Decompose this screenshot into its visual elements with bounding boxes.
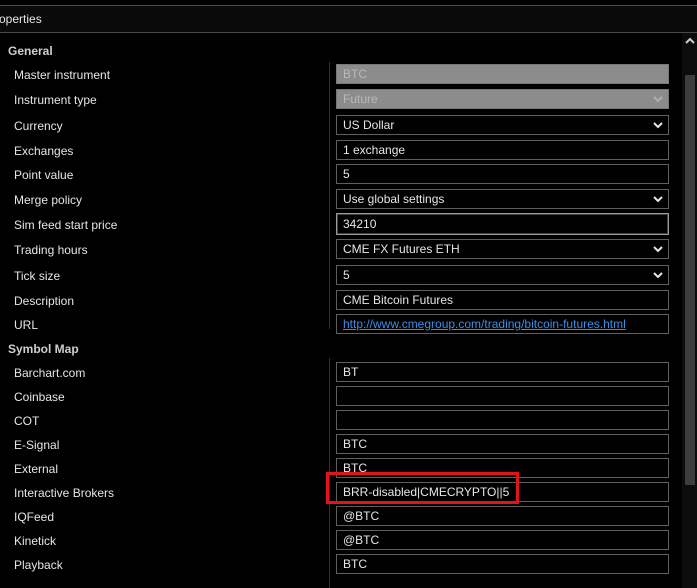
label-exchanges: Exchanges	[14, 144, 74, 158]
chevron-down-icon[interactable]	[652, 243, 664, 255]
url-link[interactable]: http://www.cmegroup.com/trading/bitcoin-…	[343, 315, 626, 333]
property-grid: General Master instrument BTC Instrument…	[0, 33, 681, 588]
barchart-input[interactable]: BT	[336, 362, 669, 382]
kinetick-input[interactable]: @BTC	[336, 530, 669, 550]
scroll-up-arrow-icon[interactable]	[685, 37, 695, 45]
sim-feed-start-price-input[interactable]: 34210	[336, 213, 669, 235]
instrument-type-value: Future	[343, 92, 378, 106]
category-general[interactable]: General	[8, 44, 53, 58]
label-kinetick: Kinetick	[14, 534, 57, 548]
merge-policy-value: Use global settings	[343, 192, 445, 206]
label-instrument-type: Instrument type	[14, 93, 97, 107]
column-divider-symbol-map	[329, 358, 330, 588]
description-value: CME Bitcoin Futures	[343, 293, 454, 307]
interactive-brokers-input[interactable]: BRR-disabled|CMECRYPTO||5	[336, 482, 669, 502]
cot-input[interactable]	[336, 410, 669, 430]
trading-hours-select[interactable]: CME FX Futures ETH	[336, 239, 669, 259]
label-coinbase: Coinbase	[14, 390, 65, 404]
label-master-instrument: Master instrument	[14, 68, 111, 82]
label-barchart: Barchart.com	[14, 366, 86, 380]
coinbase-input[interactable]	[336, 386, 669, 406]
merge-policy-select[interactable]: Use global settings	[336, 189, 669, 209]
point-value-input[interactable]: 5	[336, 164, 669, 184]
label-trading-hours: Trading hours	[14, 243, 88, 257]
url-field[interactable]: http://www.cmegroup.com/trading/bitcoin-…	[336, 314, 669, 334]
label-iqfeed: IQFeed	[14, 510, 55, 524]
playback-value: BTC	[343, 557, 367, 571]
properties-window: operties General Master instrument BTC I…	[0, 0, 697, 588]
tick-size-value: 5	[343, 268, 350, 282]
label-url: URL	[14, 318, 39, 332]
label-description: Description	[14, 294, 75, 308]
external-input[interactable]: BTC	[336, 458, 669, 478]
master-instrument-value: BTC	[343, 67, 367, 81]
label-interactive-brokers: Interactive Brokers	[14, 486, 115, 500]
label-esignal: E-Signal	[14, 438, 60, 452]
esignal-value: BTC	[343, 437, 367, 451]
point-value-value: 5	[343, 167, 350, 181]
label-merge-policy: Merge policy	[14, 193, 83, 207]
exchanges-value: 1 exchange	[343, 143, 406, 157]
chevron-down-icon	[653, 96, 663, 103]
trading-hours-value: CME FX Futures ETH	[343, 242, 460, 256]
label-playback: Playback	[14, 558, 63, 572]
properties-title-bar: operties	[0, 5, 697, 33]
interactive-brokers-value: BRR-disabled|CMECRYPTO||5	[343, 485, 510, 499]
esignal-input[interactable]: BTC	[336, 434, 669, 454]
label-external: External	[14, 462, 59, 476]
master-instrument-field: BTC	[336, 64, 669, 84]
label-currency: Currency	[14, 119, 63, 133]
scrollbar-thumb[interactable]	[685, 75, 695, 485]
instrument-type-select: Future	[336, 89, 669, 109]
vertical-scrollbar[interactable]	[682, 33, 697, 588]
iqfeed-value: @BTC	[343, 509, 380, 523]
column-divider-general	[329, 62, 330, 329]
label-cot: COT	[14, 414, 40, 428]
chevron-down-icon[interactable]	[652, 119, 664, 131]
tick-size-select[interactable]: 5	[336, 265, 669, 285]
label-sim-feed-start-price: Sim feed start price	[14, 218, 118, 232]
category-symbol-map[interactable]: Symbol Map	[8, 342, 79, 356]
label-tick-size: Tick size	[14, 269, 61, 283]
currency-select[interactable]: US Dollar	[336, 115, 669, 135]
chevron-down-icon[interactable]	[652, 193, 664, 205]
sim-feed-start-price-value: 34210	[343, 217, 377, 231]
kinetick-value: @BTC	[343, 533, 380, 547]
currency-value: US Dollar	[343, 118, 395, 132]
window-title: operties	[0, 12, 42, 26]
barchart-value: BT	[343, 365, 359, 379]
exchanges-field[interactable]: 1 exchange	[336, 140, 669, 160]
external-value: BTC	[343, 461, 367, 475]
label-point-value: Point value	[14, 168, 74, 182]
iqfeed-input[interactable]: @BTC	[336, 506, 669, 526]
playback-input[interactable]: BTC	[336, 554, 669, 574]
description-input[interactable]: CME Bitcoin Futures	[336, 290, 669, 310]
chevron-down-icon[interactable]	[652, 269, 664, 281]
